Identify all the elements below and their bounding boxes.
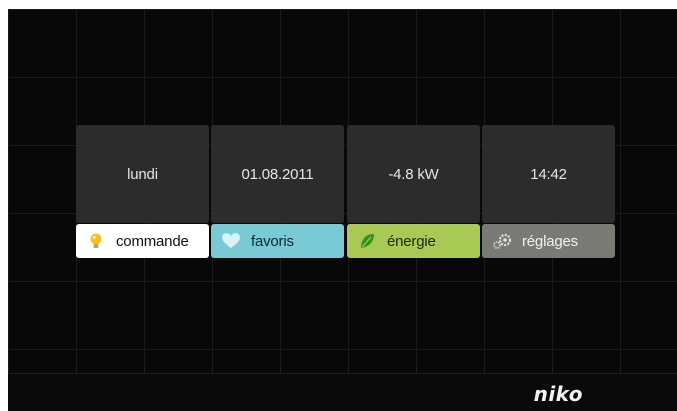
tab-favoris[interactable]: favoris	[211, 224, 344, 258]
touchscreen-home: lundi 01.08.2011 -4.8 kW 14:42 commande …	[8, 9, 677, 411]
tab-reglages-label: réglages	[522, 232, 578, 250]
leaf-icon	[347, 233, 387, 249]
power-tile: -4.8 kW	[347, 125, 480, 223]
tab-commande[interactable]: commande	[76, 224, 209, 258]
tab-energie[interactable]: énergie	[347, 224, 480, 258]
time-label: 14:42	[530, 165, 567, 183]
lightbulb-icon	[76, 232, 116, 250]
day-label: lundi	[127, 165, 158, 183]
time-tile: 14:42	[482, 125, 615, 223]
power-label: -4.8 kW	[388, 165, 439, 183]
date-tile: 01.08.2011	[211, 125, 344, 223]
footer-bar: niko	[8, 373, 677, 411]
gears-icon	[482, 233, 522, 249]
niko-logo: niko	[533, 382, 583, 406]
heart-icon	[211, 233, 251, 249]
tab-favoris-label: favoris	[251, 232, 294, 250]
tab-energie-label: énergie	[387, 232, 436, 250]
tab-reglages[interactable]: réglages	[482, 224, 615, 258]
day-tile: lundi	[76, 125, 209, 223]
date-label: 01.08.2011	[241, 165, 314, 183]
tab-commande-label: commande	[116, 232, 189, 250]
